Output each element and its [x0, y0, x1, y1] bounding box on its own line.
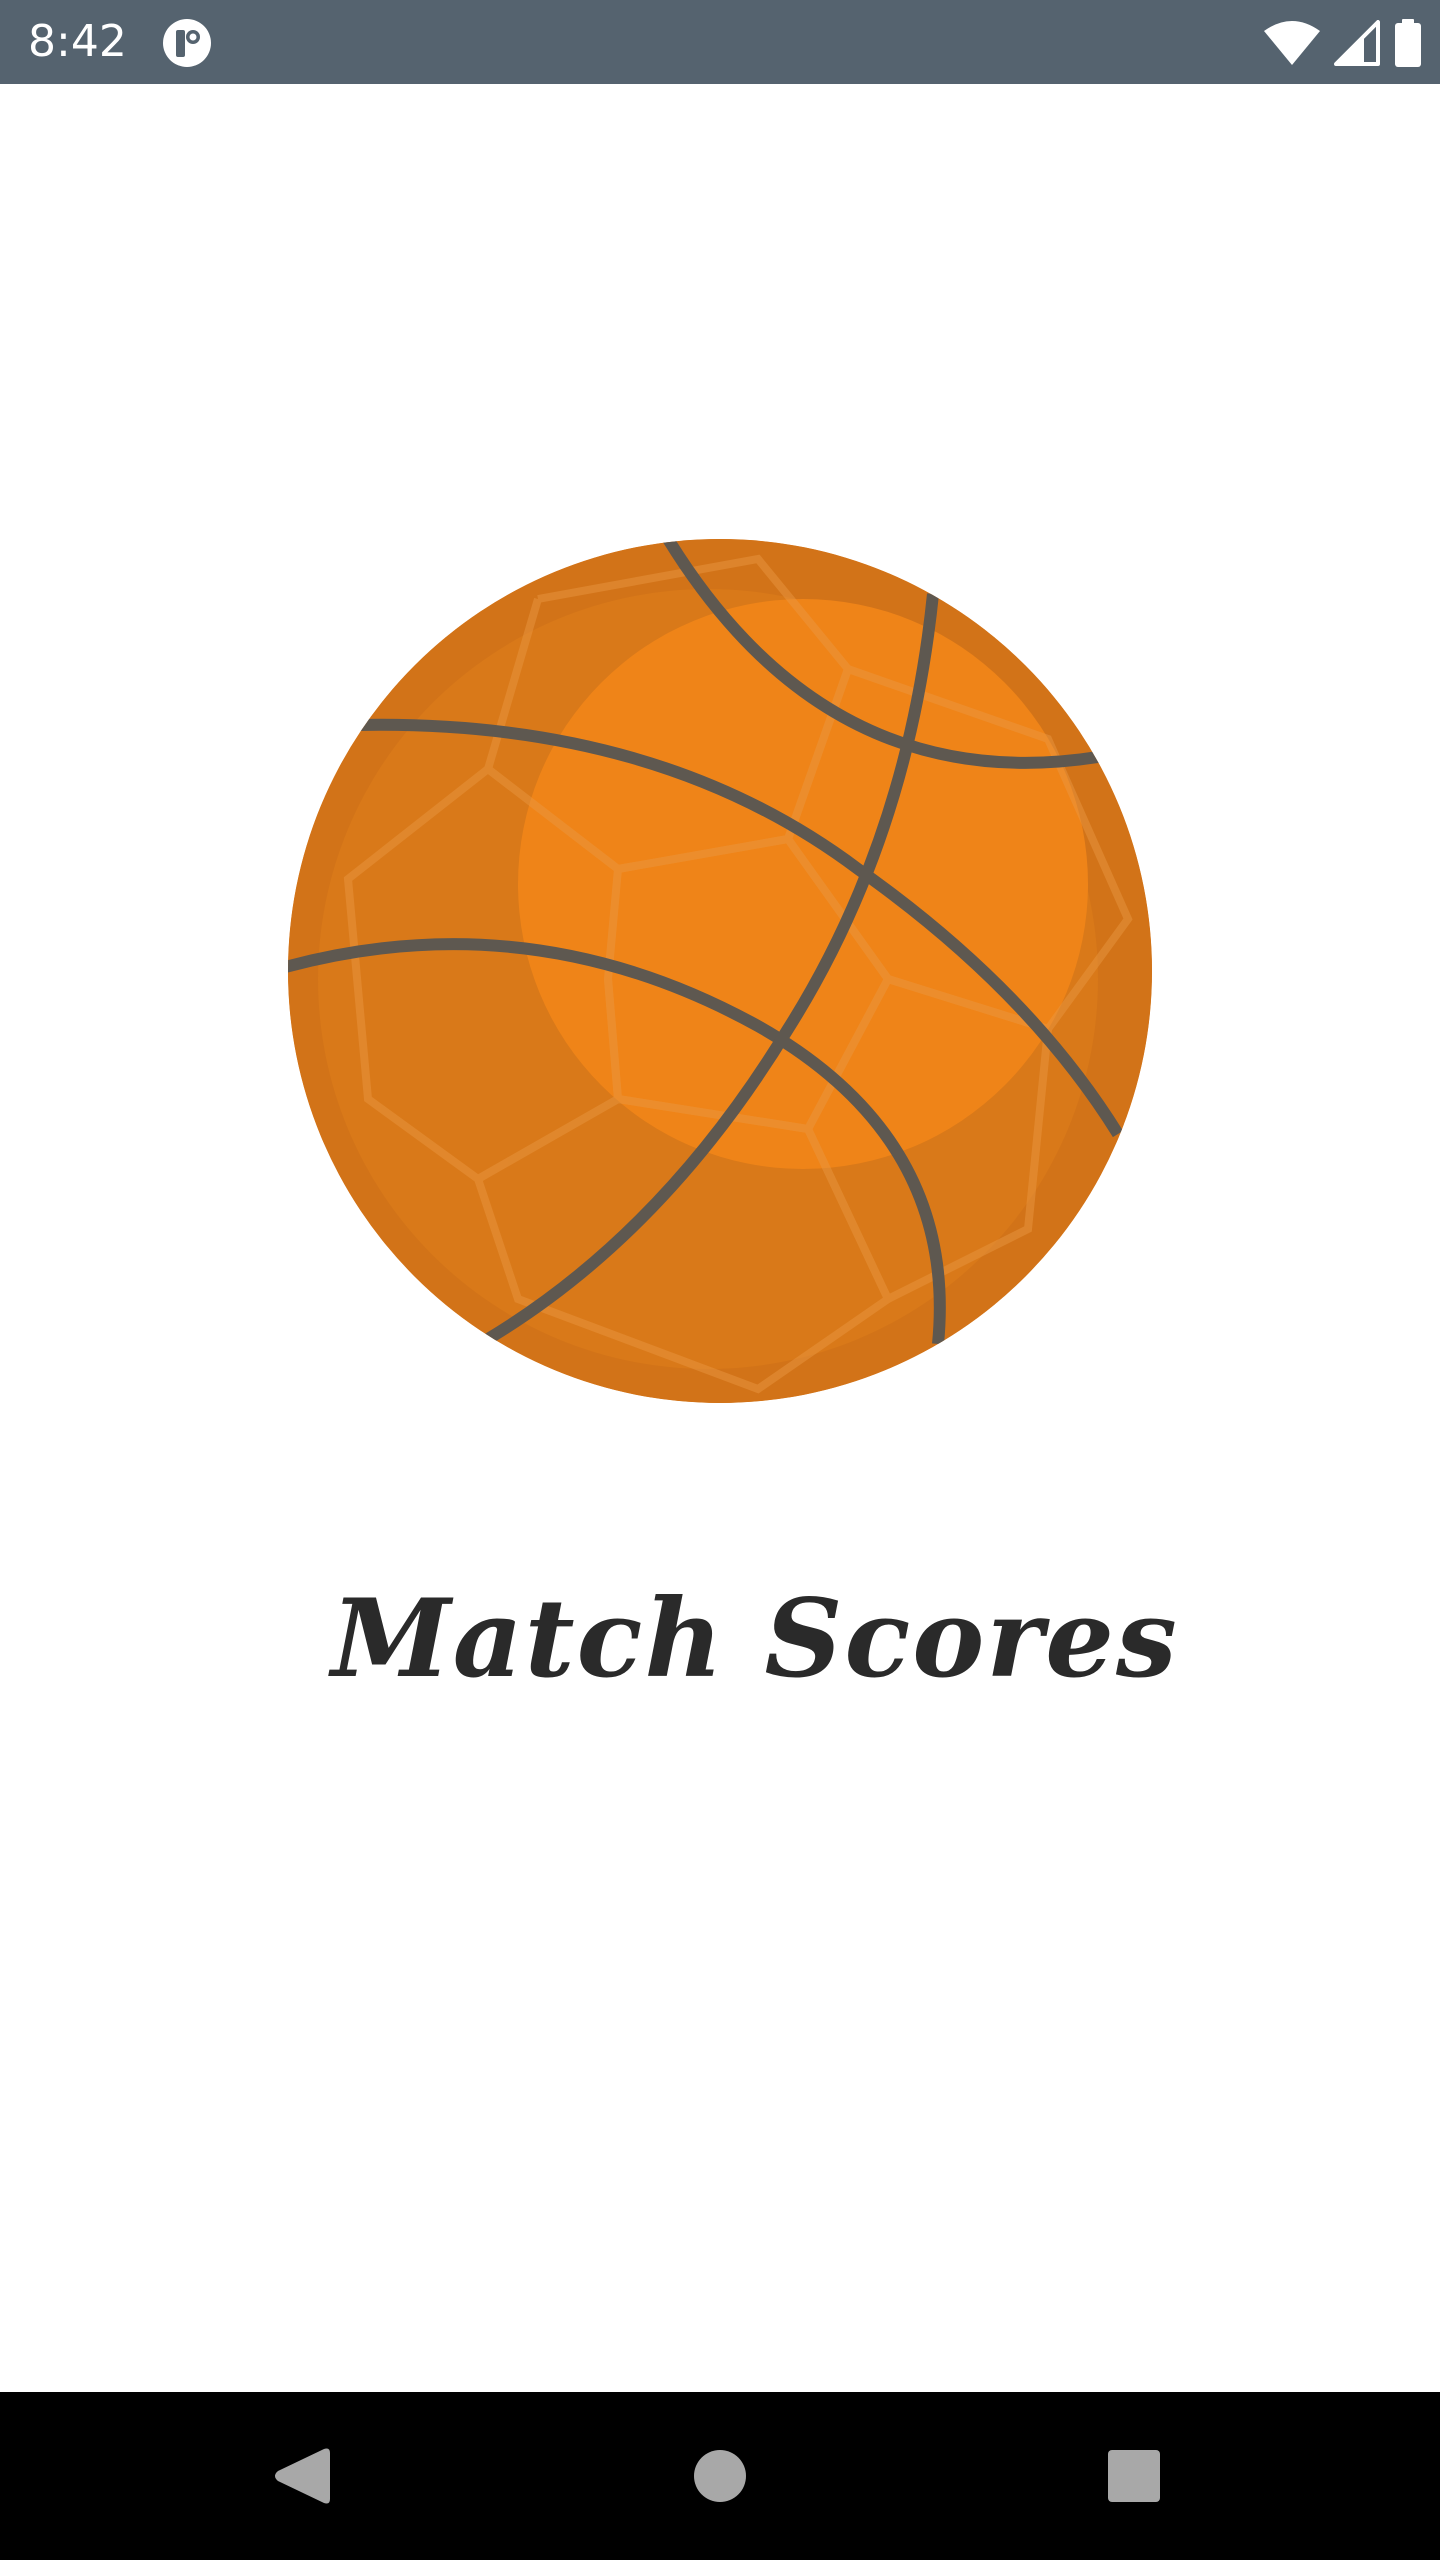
- splash-screen: 8:42 Match Scores: [0, 0, 1440, 2560]
- app-title: Match Scores: [331, 1576, 1179, 1702]
- basketball-icon: [288, 539, 1152, 1403]
- splash-content: Match Scores: [0, 84, 1440, 2392]
- back-icon: [275, 2448, 330, 2504]
- battery-icon: [1394, 19, 1422, 67]
- status-time: 8:42: [28, 16, 127, 67]
- home-button[interactable]: [670, 2426, 770, 2526]
- cell-signal-icon: [1334, 20, 1380, 66]
- status-bar: 8:42: [0, 0, 1440, 84]
- app-notification-icon: [162, 18, 212, 68]
- wifi-icon: [1264, 21, 1320, 65]
- status-icons: [1264, 18, 1422, 68]
- navigation-bar: [0, 2392, 1440, 2560]
- recents-icon: [1108, 2450, 1160, 2502]
- home-icon: [694, 2450, 746, 2502]
- recents-button[interactable]: [1084, 2426, 1184, 2526]
- back-button[interactable]: [252, 2426, 352, 2526]
